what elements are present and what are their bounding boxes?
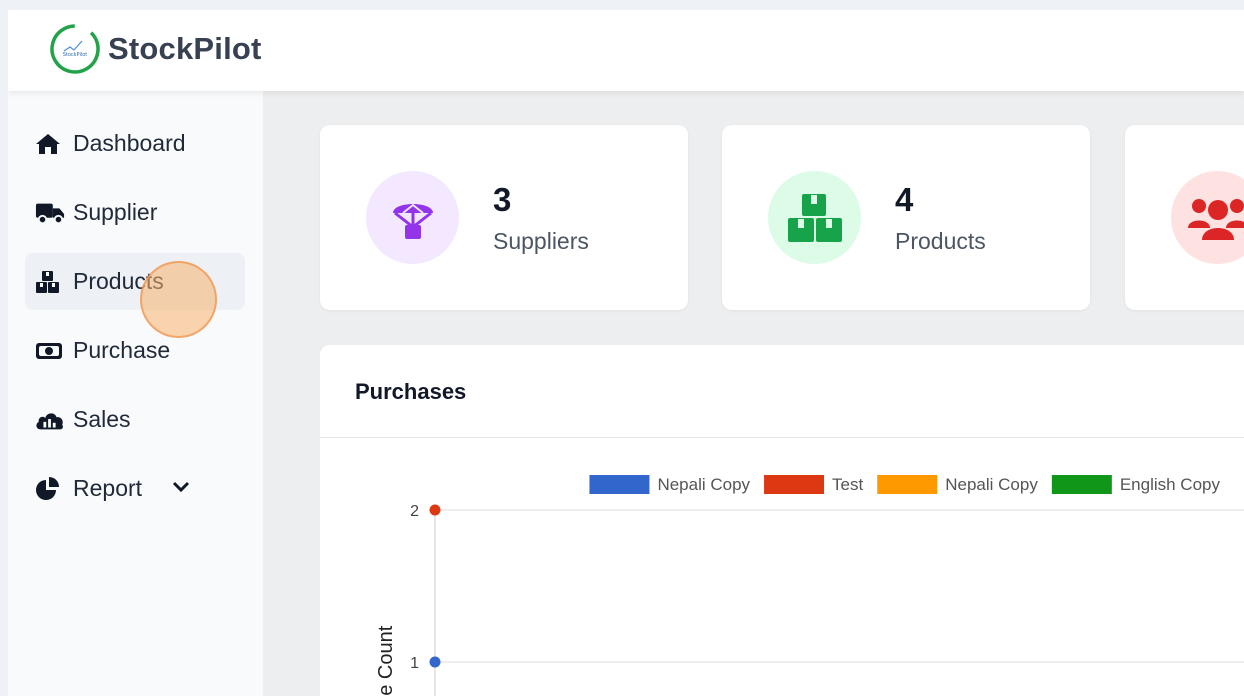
stat-count: 4 [895, 181, 914, 218]
stat-count: 3 [493, 181, 512, 218]
sidebar-item-products[interactable]: Products [25, 253, 245, 310]
stat-card-customers[interactable] [1125, 125, 1244, 310]
brand-name: StockPilot [108, 31, 262, 66]
purchases-chart: Nepali Copy Test Nepali Copy English Copy 1 2… [320, 438, 1244, 696]
sidebar-item-label: Dashboard [73, 130, 186, 156]
chevron-down-icon[interactable] [172, 480, 190, 498]
users-icon [1171, 171, 1244, 264]
stat-label: Products [895, 228, 986, 254]
sidebar-item-purchase[interactable]: Purchase [25, 322, 245, 379]
sidebar-item-label: Supplier [73, 199, 158, 225]
purchases-card-header: Purchases [320, 345, 1244, 438]
purchases-title: Purchases [355, 379, 467, 404]
data-point[interactable] [429, 504, 441, 516]
legend-label: English Copy [1120, 475, 1221, 494]
sidebar-item-label: Sales [73, 406, 131, 432]
y-tick-label: 1 [410, 655, 419, 672]
pie-chart-icon [35, 476, 65, 501]
sidebar-item-report[interactable]: Report [25, 460, 245, 517]
main-content: 3 Suppliers 4 Products Purchases Nepali … [263, 91, 1244, 696]
logo-text: StockPilot [63, 52, 88, 58]
parachute-box-icon [366, 171, 459, 264]
logo-icon: StockPilot [50, 24, 100, 74]
legend-swatch [1051, 475, 1112, 494]
top-header: StockPilot StockPilot [8, 10, 1244, 91]
sidebar-item-label: Purchase [73, 337, 171, 363]
stockpilot-logo[interactable]: StockPilot [49, 23, 101, 75]
boxes-icon [768, 171, 861, 264]
legend-label: Nepali Copy [657, 475, 750, 494]
home-icon [35, 132, 65, 156]
money-bill-icon [35, 339, 65, 363]
sidebar-item-label: Report [73, 475, 143, 501]
legend-swatch [589, 475, 650, 494]
sidebar-item-sales[interactable]: Sales [25, 391, 245, 448]
data-point[interactable] [429, 656, 441, 668]
app-window: StockPilot StockPilot Dashboard Supplier… [8, 10, 1244, 696]
purchases-chart-svg: Nepali Copy Test Nepali Copy English Copy 1 2… [375, 475, 1244, 696]
stat-card-suppliers[interactable]: 3 Suppliers [320, 125, 688, 310]
sidebar-item-label: Products [73, 268, 164, 294]
purchases-card: Purchases Nepali Copy Test Nepali Copy Engl… [320, 345, 1244, 696]
truck-icon [35, 201, 65, 225]
stat-card-products[interactable]: 4 Products [722, 125, 1090, 310]
legend-label: Test [832, 475, 863, 494]
boxes-icon [35, 270, 65, 294]
legend-swatch [877, 475, 938, 494]
y-axis-label: hase Count [375, 625, 397, 696]
y-tick-label: 2 [410, 503, 419, 520]
legend-label: Nepali Copy [945, 475, 1038, 494]
sidebar: Dashboard Supplier Products Purchase Sal… [8, 91, 263, 696]
sidebar-item-dashboard[interactable]: Dashboard [25, 115, 245, 172]
legend-swatch [764, 475, 825, 494]
sidebar-item-supplier[interactable]: Supplier [25, 184, 245, 241]
chart-cloud-icon [35, 408, 65, 432]
stat-label: Suppliers [493, 228, 589, 254]
